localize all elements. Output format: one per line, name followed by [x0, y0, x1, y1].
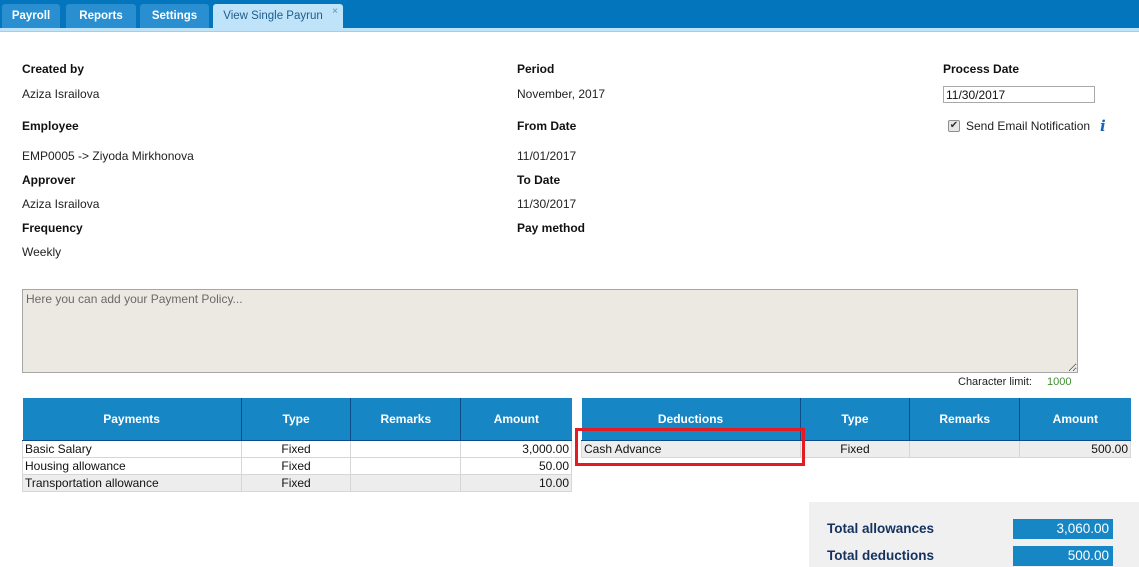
payment-amount: 50.00 [460, 456, 572, 475]
tab-label: View Single Payrun [223, 10, 323, 22]
deduction-name: Cash Advance [581, 439, 801, 458]
payments-header[interactable]: Payments [22, 398, 242, 441]
deductions-header[interactable]: Deductions [581, 398, 801, 441]
type-header[interactable]: Type [800, 398, 911, 441]
tab-payroll[interactable]: Payroll [2, 4, 60, 28]
from-date-label: From Date [517, 119, 577, 133]
type-header[interactable]: Type [241, 398, 352, 441]
created-by-value: Aziza Israilova [22, 87, 100, 101]
tab-settings[interactable]: Settings [140, 4, 209, 28]
approver-value: Aziza Israilova [22, 197, 100, 211]
employee-label: Employee [22, 119, 79, 133]
payment-name: Basic Salary [22, 439, 242, 458]
char-limit-label: Character limit: [958, 376, 1032, 388]
from-date-value: 11/01/2017 [517, 149, 577, 163]
tab-view-single-payrun[interactable]: View Single Payrun × [213, 4, 343, 29]
payment-amount: 10.00 [460, 473, 572, 492]
to-date-label: To Date [517, 173, 561, 187]
payment-remarks [350, 473, 462, 492]
payment-policy-textarea[interactable] [22, 289, 1078, 373]
payment-type: Fixed [240, 439, 352, 458]
pay-method-label: Pay method [517, 221, 586, 235]
to-date-value: 11/30/2017 [517, 197, 577, 211]
process-date-label: Process Date [943, 62, 1020, 76]
payment-type: Fixed [240, 473, 352, 492]
table-row[interactable]: Cash Advance Fixed 500.00 [581, 439, 1131, 458]
tab-reports[interactable]: Reports [66, 4, 136, 28]
frequency-value: Weekly [22, 245, 62, 259]
send-email-label: Send Email Notification [966, 119, 1091, 133]
deduction-type: Fixed [799, 439, 911, 458]
remarks-header[interactable]: Remarks [909, 398, 1021, 441]
info-icon[interactable]: i [1100, 117, 1106, 135]
total-allowances-label: Total allowances [827, 521, 935, 536]
period-value: November, 2017 [517, 87, 606, 101]
payment-type: Fixed [240, 456, 352, 475]
amount-header[interactable]: Amount [460, 398, 572, 441]
payment-name: Transportation allowance [22, 473, 242, 492]
payment-name: Housing allowance [22, 456, 242, 475]
payment-remarks [350, 439, 462, 458]
approver-label: Approver [22, 173, 76, 187]
deductions-table: Deductions Type Remarks Amount Cash Adva… [581, 398, 1131, 458]
process-date-input[interactable] [943, 86, 1095, 103]
amount-header[interactable]: Amount [1019, 398, 1131, 441]
close-tab-icon[interactable]: × [332, 0, 338, 24]
deduction-remarks [909, 439, 1021, 458]
payment-amount: 3,000.00 [460, 439, 572, 458]
employee-value: EMP0005 -> Ziyoda Mirkhonova [22, 149, 194, 163]
frequency-label: Frequency [22, 221, 83, 235]
table-row[interactable]: Basic Salary Fixed 3,000.00 [22, 439, 572, 458]
send-email-checkbox[interactable]: ✔ [948, 120, 960, 132]
total-allowances-value: 3,060.00 [1013, 519, 1113, 539]
total-deductions-label: Total deductions [827, 548, 934, 563]
char-limit-value: 1000 [1047, 376, 1072, 388]
remarks-header[interactable]: Remarks [350, 398, 462, 441]
payment-remarks [350, 456, 462, 475]
payments-table: Payments Type Remarks Amount Basic Salar… [22, 398, 572, 492]
table-row[interactable]: Housing allowance Fixed 50.00 [22, 456, 572, 475]
total-deductions-value: 500.00 [1013, 546, 1113, 566]
table-row[interactable]: Transportation allowance Fixed 10.00 [22, 473, 572, 492]
deduction-amount: 500.00 [1019, 439, 1131, 458]
tab-strip [0, 28, 1139, 32]
period-label: Period [517, 62, 555, 76]
created-by-label: Created by [22, 62, 85, 76]
